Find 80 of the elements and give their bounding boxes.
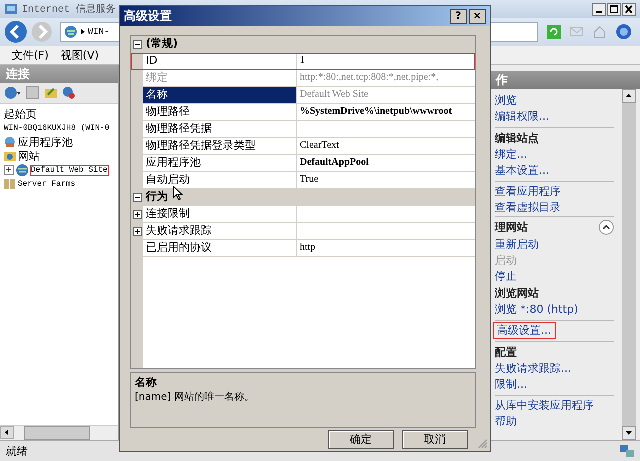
property-name[interactable]: 物理路径 [143, 104, 297, 120]
description-title: 名称 [135, 375, 158, 390]
action-link[interactable]: 限制... [495, 378, 528, 391]
plus-box-icon[interactable] [132, 226, 142, 236]
scrollbar-thumb[interactable] [24, 426, 90, 440]
action-link[interactable]: 查看应用程序 [495, 185, 561, 198]
close-button[interactable]: × [469, 8, 486, 24]
close-icon[interactable] [622, 2, 636, 16]
minus-box-icon[interactable] [132, 40, 142, 48]
panel-header: 连接 [0, 65, 118, 83]
minus-box-icon[interactable] [132, 192, 142, 202]
status-text: 就绪 [6, 444, 28, 458]
description-text: [name] 网站的唯一名称。 [135, 390, 256, 404]
property-value[interactable]: True [300, 174, 319, 185]
back-icon[interactable] [4, 20, 28, 44]
action-link[interactable]: 浏览 [495, 94, 517, 107]
property-name[interactable]: 连接限制 [143, 206, 297, 222]
action-link[interactable]: 停止 [495, 270, 517, 283]
property-name[interactable]: 物理路径凭据 [143, 121, 297, 137]
action-link[interactable]: 浏览 *:80 (http) [495, 303, 578, 316]
property-value[interactable]: http:*:80:,net.tcp:808:*,net.pipe:*, [300, 72, 439, 83]
pool-icon [4, 136, 16, 148]
tree-item[interactable]: 网站 [18, 148, 40, 164]
tree-item[interactable]: WIN-0BQ16KUXJH8 (WIN-0 [4, 124, 110, 132]
category-title: 行为 [144, 189, 168, 205]
property-name[interactable]: 名称 [143, 87, 297, 103]
tree-item[interactable]: Default Web Site [31, 166, 108, 174]
chevron-up-icon[interactable] [599, 220, 614, 234]
address-text: WIN- [88, 27, 110, 37]
category-title: (常规) [145, 36, 178, 52]
dialog-button[interactable]: 确定 [328, 430, 394, 449]
action-link[interactable]: 从库中安装应用程序 [495, 399, 594, 412]
scroll-left-icon[interactable] [0, 426, 14, 439]
action-link[interactable]: 失败请求跟踪... [495, 362, 572, 375]
action-link[interactable]: 绑定... [495, 148, 528, 161]
action-link[interactable]: 编辑权限... [495, 110, 550, 123]
actions-heading: 浏览网站 [495, 286, 540, 302]
dialog-button[interactable]: 取消 [402, 430, 468, 449]
expand-button[interactable]: + [4, 165, 14, 175]
property-name[interactable]: 失败请求跟踪 [143, 223, 297, 239]
scroll-up-icon[interactable] [622, 89, 636, 103]
action-link[interactable]: 重新启动 [495, 238, 539, 251]
resize-grip-icon [478, 439, 488, 449]
maximize-icon[interactable] [607, 2, 621, 16]
plus-box-icon[interactable] [132, 210, 142, 218]
tree-item[interactable]: Server Farms [18, 180, 76, 188]
property-name[interactable]: 物理路径凭据登录类型 [143, 138, 297, 154]
minimize-icon[interactable] [592, 2, 606, 16]
property-value[interactable]: http [300, 242, 316, 253]
horizontal-scrollbar[interactable] [0, 425, 118, 440]
property-name[interactable]: 已启用的协议 [143, 240, 297, 256]
menu-item[interactable]: 视图(V) [60, 48, 100, 62]
property-value[interactable]: ClearText [300, 140, 340, 151]
actions-heading: 编辑站点 [495, 131, 540, 147]
property-name[interactable]: ID [143, 53, 297, 69]
action-link[interactable]: 基本设置... [495, 164, 550, 177]
mouse-cursor-icon [173, 186, 183, 201]
scroll-down-icon[interactable] [622, 426, 636, 440]
property-value[interactable]: 1 [300, 55, 305, 66]
property-name[interactable]: 应用程序池 [143, 155, 297, 171]
dialog-title: 高级设置 [124, 8, 172, 24]
section-title: 理网站 [495, 220, 528, 234]
network-icon [620, 445, 634, 457]
help-button[interactable]: ? [450, 8, 467, 24]
action-link[interactable]: 高级设置... [495, 324, 554, 337]
action-link[interactable]: 帮助 [495, 415, 517, 428]
tree-item[interactable]: 起始页 [4, 106, 37, 122]
action-link[interactable]: 查看虚拟目录 [495, 201, 561, 214]
menu-item[interactable]: 文件(F) [12, 48, 49, 62]
actions-heading: 配置 [495, 345, 518, 361]
property-value[interactable]: Default Web Site [300, 89, 368, 100]
refresh-icon[interactable] [547, 25, 561, 39]
property-value[interactable]: DefaultAppPool [300, 157, 369, 168]
tree-item[interactable]: 应用程序池 [18, 134, 73, 150]
app-icon [4, 2, 18, 16]
property-value[interactable]: %SystemDrive%\inetpub\wwwroot [300, 106, 452, 117]
server-farm-icon [4, 179, 16, 189]
chevron-right-icon [81, 29, 85, 35]
vertical-scrollbar[interactable] [622, 89, 636, 440]
window-title: Internet 信息服务 [22, 2, 116, 16]
